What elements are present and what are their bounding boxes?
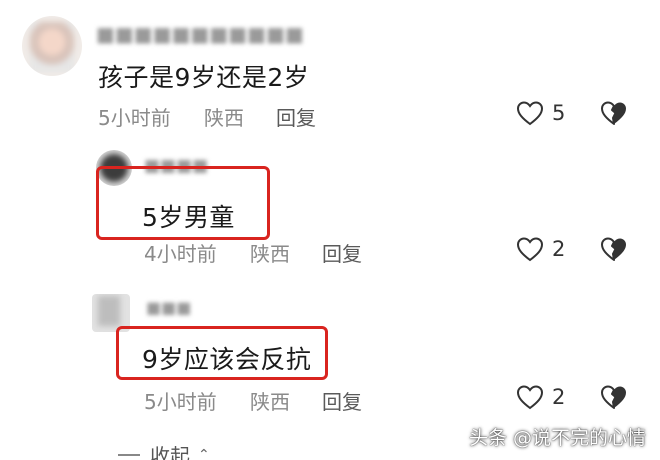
comment-time: 5小时前 <box>98 106 171 130</box>
dislike-button[interactable] <box>600 236 628 266</box>
chevron-up-icon: ⌃ <box>198 446 210 460</box>
heart-outline-icon <box>516 101 544 126</box>
avatar[interactable] <box>22 16 82 76</box>
comment-item: ■■■■■■■■■■■ 孩子是9岁还是2岁 5小时前 陕西 回复 5 <box>0 0 660 140</box>
comment-text: 5岁男童 <box>142 203 235 232</box>
commenter-name[interactable]: ■■■ <box>146 298 191 317</box>
dislike-button[interactable] <box>600 384 628 414</box>
comment-time: 4小时前 <box>144 242 217 266</box>
comment-location: 陕西 <box>204 106 244 130</box>
comment-location: 陕西 <box>250 390 290 414</box>
like-count: 5 <box>552 101 566 125</box>
comment-text: 孩子是9岁还是2岁 <box>98 63 310 92</box>
like-count: 2 <box>552 237 566 261</box>
reply-button[interactable]: 回复 <box>322 386 362 415</box>
reply-button[interactable]: 回复 <box>322 238 362 267</box>
broken-heart-icon <box>601 385 626 409</box>
heart-outline-icon <box>516 237 544 262</box>
comment-location: 陕西 <box>250 242 290 266</box>
heart-outline-icon <box>516 385 544 410</box>
commenter-name[interactable]: ■■■■■■■■■■■ <box>96 22 304 46</box>
comment-item: ■■■■ 5岁男童 4小时前 陕西 回复 2 <box>0 140 660 280</box>
like-count: 2 <box>552 385 566 409</box>
like-button[interactable]: 5 <box>516 100 565 126</box>
reply-button[interactable]: 回复 <box>276 102 316 131</box>
like-button[interactable]: 2 <box>516 384 565 410</box>
like-button[interactable]: 2 <box>516 236 565 262</box>
comment-meta: 5小时前 陕西 回复 <box>98 102 316 131</box>
watermark: 头条 @说不完的心情 <box>468 427 646 449</box>
collapse-replies-button[interactable]: 收起 ⌃ <box>118 440 210 460</box>
dislike-button[interactable] <box>600 100 628 130</box>
comment-meta: 4小时前 陕西 回复 <box>144 238 362 267</box>
comment-text: 9岁应该会反抗 <box>142 345 312 374</box>
collapse-divider <box>118 453 140 456</box>
comment-meta: 5小时前 陕西 回复 <box>144 386 362 415</box>
broken-heart-icon <box>601 237 626 261</box>
collapse-label: 收起 <box>150 444 190 460</box>
broken-heart-icon <box>601 101 626 125</box>
comment-item: ■■■ 9岁应该会反抗 5小时前 陕西 回复 2 <box>0 280 660 420</box>
comment-time: 5小时前 <box>144 390 217 414</box>
